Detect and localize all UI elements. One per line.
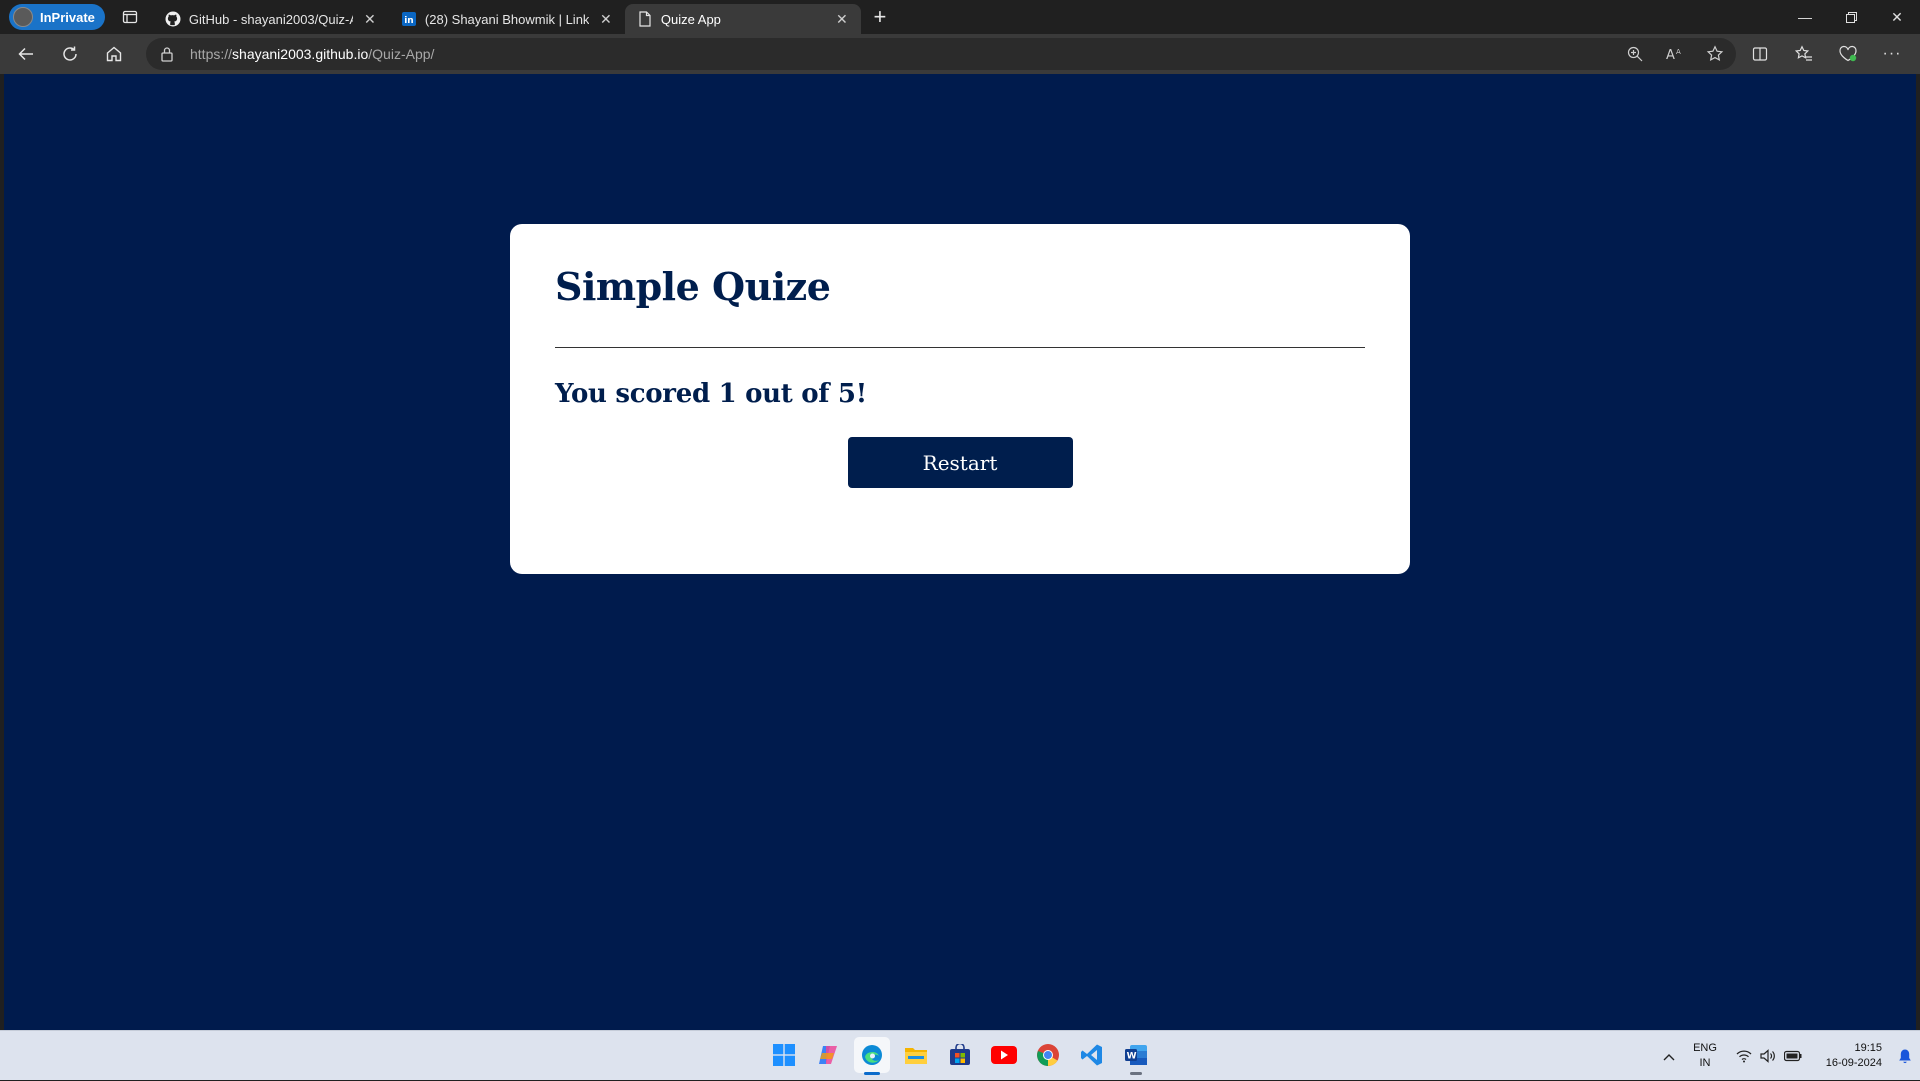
date-text: 16-09-2024 [1825, 1057, 1882, 1069]
score-text: You scored 1 out of 5! [555, 379, 867, 409]
profile-avatar [13, 7, 33, 27]
copilot-icon[interactable] [810, 1037, 846, 1073]
language-code: ENG [1693, 1042, 1717, 1054]
refresh-button[interactable] [52, 38, 88, 70]
battery-icon [1784, 1050, 1802, 1062]
zoom-icon[interactable] [1622, 41, 1648, 67]
word-icon[interactable]: W [1118, 1037, 1154, 1075]
browser-toolbar: https://shayani2003.github.io/Quiz-App/ … [0, 34, 1920, 74]
tab-actions-icon [122, 10, 138, 24]
refresh-icon [63, 46, 77, 61]
url-text[interactable]: https://shayani2003.github.io/Quiz-App/ [190, 46, 434, 62]
windows-taskbar: W ENG IN 19:15 16-09-2024 [0, 1030, 1920, 1080]
youtube-icon[interactable] [986, 1037, 1022, 1073]
minimize-button[interactable]: — [1782, 0, 1828, 34]
favorite-star-icon[interactable] [1702, 41, 1728, 67]
tab-label: Quize App [660, 11, 721, 27]
favorites-button[interactable] [1786, 38, 1822, 70]
read-aloud-icon[interactable]: AA [1662, 41, 1688, 67]
close-tab-icon[interactable]: ✕ [361, 11, 379, 28]
svg-text:A: A [1666, 48, 1675, 62]
close-tab-icon[interactable]: ✕ [597, 11, 615, 28]
home-icon [106, 46, 122, 62]
home-button[interactable] [96, 38, 132, 70]
vscode-icon[interactable] [1074, 1037, 1110, 1073]
url-host: shayani2003.github.io [232, 46, 369, 62]
system-tray: ENG IN 19:15 16-09-2024 [1656, 1031, 1920, 1081]
page-icon [637, 11, 653, 27]
split-screen-icon [1752, 47, 1768, 61]
close-icon: ✕ [1891, 8, 1903, 25]
store-icon[interactable] [942, 1037, 978, 1073]
lock-icon[interactable] [160, 46, 178, 62]
edge-icon[interactable] [854, 1037, 890, 1075]
restore-icon [1845, 11, 1857, 23]
page-title: Simple Quize [555, 264, 831, 309]
back-arrow-icon [18, 47, 33, 61]
browser-essentials-icon [1839, 45, 1857, 62]
more-dots-icon: ··· [1882, 45, 1902, 62]
split-screen-button[interactable] [1742, 38, 1778, 70]
page-viewport: Simple Quize You scored 1 out of 5! Rest… [4, 74, 1916, 1030]
svg-text:in: in [404, 16, 414, 26]
tab-linkedin[interactable]: in (28) Shayani Bhowmik | LinkedIn ✕ [389, 4, 625, 34]
file-explorer-icon[interactable] [898, 1037, 934, 1073]
tab-github[interactable]: GitHub - shayani2003/Quiz-App ✕ [153, 4, 389, 34]
restore-button[interactable] [1828, 0, 1874, 34]
settings-and-more-button[interactable]: ··· [1874, 38, 1910, 70]
new-tab-button[interactable]: + [865, 2, 895, 32]
restart-button[interactable]: Restart [847, 437, 1073, 488]
address-bar[interactable]: https://shayani2003.github.io/Quiz-App/ … [146, 38, 1736, 70]
url-path: /Quiz-App/ [368, 46, 435, 62]
github-icon [165, 11, 181, 27]
inprivate-label: InPrivate [40, 9, 95, 25]
address-bar-actions: AA [1622, 38, 1728, 70]
chevron-up-icon [1663, 1053, 1675, 1060]
show-hidden-icons-button[interactable] [1656, 1049, 1682, 1064]
svg-text:A: A [1676, 48, 1681, 56]
minimize-icon: — [1798, 9, 1812, 25]
volume-icon [1760, 1049, 1775, 1063]
browser-tab-strip: InPrivate GitHub - shayani2003/Quiz-App … [0, 0, 1920, 34]
svg-text:W: W [1127, 1052, 1137, 1062]
back-button[interactable] [8, 38, 44, 70]
bell-icon [1899, 1049, 1911, 1064]
chrome-icon[interactable] [1030, 1037, 1066, 1073]
notifications-button[interactable] [1890, 1048, 1920, 1064]
browser-essentials-button[interactable] [1830, 38, 1866, 70]
tab-label: GitHub - shayani2003/Quiz-App [188, 11, 353, 27]
windows-start-icon[interactable] [766, 1037, 802, 1073]
close-tab-icon[interactable]: ✕ [833, 11, 851, 28]
url-scheme: https:// [190, 46, 233, 62]
region-code: IN [1699, 1057, 1711, 1069]
quick-settings-button[interactable] [1728, 1049, 1810, 1063]
tab-actions-menu-button[interactable] [115, 4, 145, 30]
quiz-card: Simple Quize You scored 1 out of 5! Rest… [510, 224, 1410, 574]
time-text: 19:15 [1854, 1042, 1882, 1054]
toolbar-right-actions: ··· [1742, 34, 1910, 74]
taskbar-apps: W [766, 1037, 1154, 1075]
plus-icon: + [873, 4, 887, 29]
linkedin-icon: in [401, 11, 417, 27]
language-indicator[interactable]: ENG IN [1682, 1041, 1728, 1071]
favorites-icon [1795, 45, 1812, 61]
inprivate-profile-button[interactable]: InPrivate [9, 4, 105, 30]
wifi-icon [1736, 1050, 1752, 1063]
close-window-button[interactable]: ✕ [1874, 0, 1920, 34]
clock[interactable]: 19:15 16-09-2024 [1810, 1041, 1890, 1071]
title-divider [555, 347, 1365, 348]
tab-quize-app[interactable]: Quize App ✕ [624, 4, 861, 34]
tab-label: (28) Shayani Bhowmik | LinkedIn [424, 11, 589, 27]
window-controls: — ✕ [1782, 0, 1920, 34]
